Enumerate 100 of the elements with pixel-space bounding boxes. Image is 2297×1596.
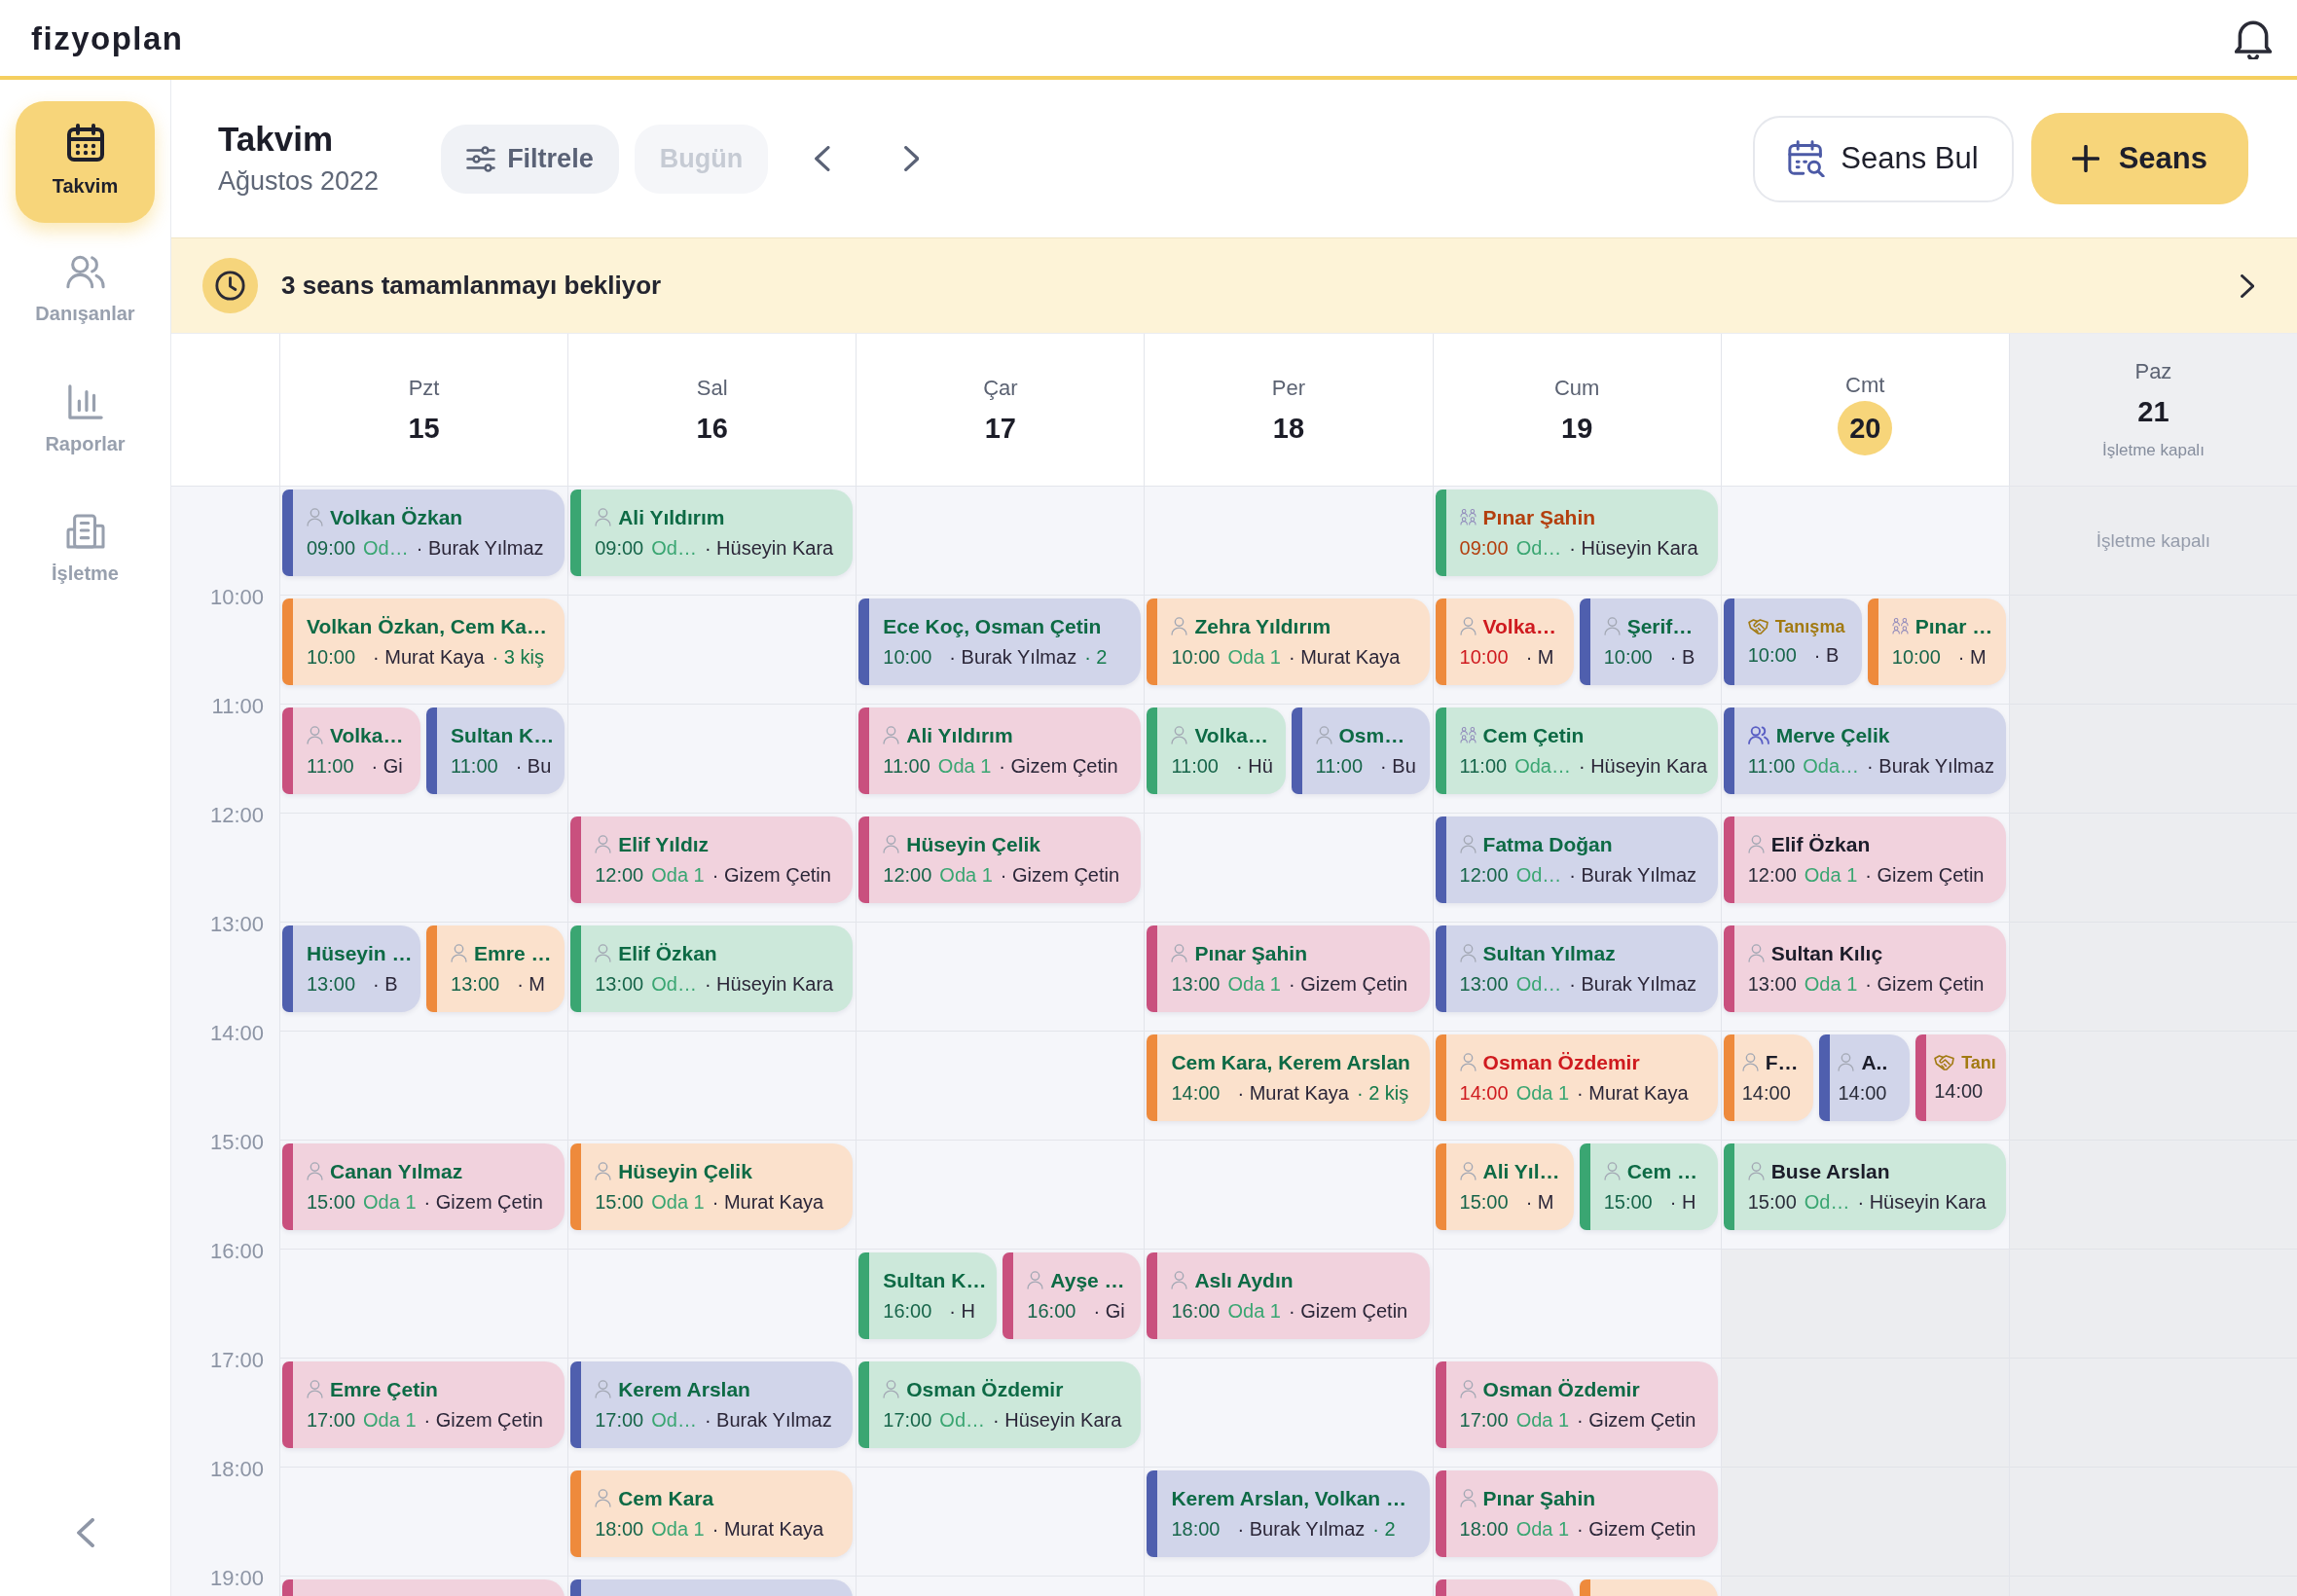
session-time: 10:00 xyxy=(883,646,932,670)
session-time: 14:00 xyxy=(1934,1080,1984,1104)
session-card[interactable]: Ali Yıldırım 11:00 Oda 1 · Gizem Çetin xyxy=(858,707,1142,794)
session-time: 15:00 xyxy=(1459,1191,1509,1215)
session-card[interactable]: Osman Özdemir 17:00 Od… · Hüseyin Kara xyxy=(858,1361,1142,1448)
client-name: Şerif… xyxy=(1626,614,1694,639)
session-card[interactable]: Sultan K… 16:00 · H xyxy=(858,1252,998,1339)
therapist-name: · Gizem Çetin xyxy=(1000,864,1120,888)
closed-note: İşletme kapalı xyxy=(2101,442,2205,458)
therapist-name: · Gizem Çetin xyxy=(1865,973,1985,997)
therapist-name: · Burak Yılmaz xyxy=(1569,864,1697,888)
session-card[interactable]: Tanışma 10:00 · B xyxy=(1723,598,1862,685)
person-icon xyxy=(1171,1271,1188,1290)
room-label: Od… xyxy=(1515,537,1562,561)
session-time: 17:00 xyxy=(307,1409,356,1433)
next-button[interactable] xyxy=(903,146,920,171)
session-card[interactable]: Fatma Doğan 12:00 Od… · Burak Yılmaz xyxy=(1435,816,1718,903)
client-name: Osman Özdemir xyxy=(906,1377,1064,1402)
session-card[interactable]: Canan Yılmaz 15:00 Oda 1 · Gizem Çetin xyxy=(282,1143,565,1230)
session-card[interactable]: Emre … 13:00 · M xyxy=(426,925,565,1012)
room-label: Oda 1 xyxy=(1227,973,1281,997)
client-name: Pınar Şahin xyxy=(1194,941,1307,966)
client-name: Hüseyin Çelik xyxy=(618,1159,752,1184)
session-time: 15:00 xyxy=(595,1191,644,1215)
session-card[interactable]: Şerif… 10:00 · B xyxy=(1579,598,1718,685)
nav-item[interactable]: Takvim xyxy=(16,101,155,223)
session-card[interactable]: Pınar Şahin 18:00 Oda 1 · Gizem Çetin xyxy=(1435,1470,1718,1557)
session-card[interactable]: Osm… 11:00 · Bu xyxy=(1291,707,1430,794)
session-card[interactable]: Zehra Yıldırım 10:00 Oda 1 · Murat Kaya xyxy=(1147,598,1430,685)
session-card[interactable]: Merve Çelik 11:00 Oda… · Burak Yılmaz xyxy=(1723,707,2006,794)
session-card[interactable]: Volka… 11:00 · Hü xyxy=(1147,707,1286,794)
filter-button[interactable]: Filtrele xyxy=(441,124,619,194)
new-session-button[interactable]: Seans xyxy=(2030,113,2248,204)
session-card[interactable]: Kerem Arslan, Volkan … 18:00 · Burak Yılmaz · 2 xyxy=(1147,1470,1430,1557)
session-card[interactable]: Ali Yıl… 15:00 · M xyxy=(1435,1143,1574,1230)
therapist-name: · Burak Yılmaz xyxy=(1569,973,1697,997)
session-card[interactable]: Ali Yıldırım 09:00 Od… · Hüseyin Kara xyxy=(570,490,854,576)
session-time: 11:00 xyxy=(307,755,354,779)
session-card[interactable]: Osman Özdemir 17:00 Oda 1 · Gizem Çetin xyxy=(1435,1361,1718,1448)
previous-button[interactable] xyxy=(815,146,830,171)
session-time: 12:00 xyxy=(595,864,644,888)
session-card[interactable]: Sultan Kılıç 13:00 Oda 1 · Gizem Çetin xyxy=(1723,925,2006,1012)
session-card[interactable]: F… 14:00 xyxy=(1723,1034,1814,1121)
session-card[interactable]: Elif Özkan 13:00 Od… · Hüseyin Kara xyxy=(570,925,854,1012)
session-card[interactable]: Aslı Aydın 16:00 Oda 1 · Gizem Çetin xyxy=(1147,1252,1430,1339)
session-card[interactable]: Volka… 10:00 · M xyxy=(1435,598,1574,685)
day-date: 21 xyxy=(2137,398,2169,426)
session-card[interactable]: Sultan Yılmaz 13:00 Od… · Burak Yılmaz xyxy=(1435,925,1718,1012)
session-card[interactable]: Pınar … 10:00 · M xyxy=(1867,598,2006,685)
find-session-button[interactable]: Seans Bul xyxy=(1753,115,2014,202)
session-card[interactable]: Cem Çetin 11:00 Oda… · Hüseyin Kara xyxy=(1435,707,1718,794)
room-label: Oda 1 xyxy=(1227,1300,1281,1324)
day-name: Çar xyxy=(983,377,1018,399)
time-label: 15:00 xyxy=(209,1130,264,1155)
session-card[interactable]: Volka… 11:00 · Gi xyxy=(282,707,421,794)
session-card[interactable]: A.. 14:00 xyxy=(1819,1034,1911,1121)
session-card[interactable]: Hüseyin Çelik 12:00 Oda 1 · Gizem Çetin xyxy=(858,816,1142,903)
client-name: Hüseyin Çelik xyxy=(906,832,1040,857)
closed-note: İşletme kapalı xyxy=(2096,528,2211,553)
session-card[interactable]: Hüseyin Çelik 15:00 Oda 1 · Murat Kaya xyxy=(570,1143,854,1230)
session-card[interactable]: Osman Özdemir 14:00 Oda 1 · Murat Kaya xyxy=(1435,1034,1718,1121)
session-card[interactable]: Volkan Özkan, Cem Ka… 10:00 · Murat Kaya · 3 kiş xyxy=(282,598,565,685)
therapist-name: · Gizem Çetin xyxy=(1865,864,1985,888)
calendar-search-icon xyxy=(1788,140,1826,177)
collapse-button[interactable] xyxy=(76,1518,94,1547)
session-card[interactable]: Elif Özkan 12:00 Oda 1 · Gizem Çetin xyxy=(1723,816,2006,903)
room-label: Od… xyxy=(651,973,697,997)
session-time: 14:00 xyxy=(1459,1082,1509,1106)
session-time: 11:00 xyxy=(451,755,498,779)
pending-sessions-banner[interactable]: 3 seans tamamlanmayı bekliyor xyxy=(171,237,2297,333)
session-card[interactable]: Cem Kara, Kerem Arslan 14:00 · Murat Kaya · 2 kiş xyxy=(1147,1034,1430,1121)
session-time: 18:00 xyxy=(1459,1518,1509,1542)
session-card[interactable]: Sultan K… 11:00 · Bu xyxy=(426,707,565,794)
session-time: 10:00 xyxy=(1603,646,1653,670)
session-card[interactable]: Cem … 15:00 · H xyxy=(1579,1143,1718,1230)
therapist-name: · H xyxy=(949,1300,975,1324)
session-card[interactable]: Emre Çetin 17:00 Oda 1 · Gizem Çetin xyxy=(282,1361,565,1448)
session-card[interactable]: Volkan Özkan 09:00 Od… · Burak Yılmaz xyxy=(282,490,565,576)
room-label: Oda… xyxy=(1803,755,1860,779)
session-card[interactable]: Buse Arslan 15:00 Od… · Hüseyin Kara xyxy=(1723,1143,2006,1230)
handshake-icon xyxy=(1747,619,1768,635)
therapist-name: · Gi xyxy=(371,755,403,779)
therapist-name: · Hüseyin Kara xyxy=(1569,537,1698,561)
session-card[interactable]: Ayşe … 16:00 · Gi xyxy=(1003,1252,1142,1339)
session-card[interactable]: Kerem Arslan 17:00 Od… · Burak Yılmaz xyxy=(570,1361,854,1448)
sliders-icon xyxy=(466,145,496,172)
group-icon xyxy=(1459,727,1477,744)
session-card[interactable]: Ece Koç, Osman Çetin 10:00 · Burak Yılmaz · 2 xyxy=(858,598,1142,685)
session-time: 10:00 xyxy=(1747,644,1797,668)
session-card[interactable]: Tanı 14:00 xyxy=(1915,1034,2006,1121)
person-icon xyxy=(1315,726,1332,745)
person-icon xyxy=(1741,1053,1759,1072)
session-card[interactable]: Cem Kara 18:00 Oda 1 · Murat Kaya xyxy=(570,1470,854,1557)
session-card[interactable]: Hüseyin … 13:00 · B xyxy=(282,925,421,1012)
two-people-icon xyxy=(1747,726,1769,745)
logo: fizyoplan xyxy=(31,21,184,54)
session-card[interactable]: Pınar Şahin 13:00 Oda 1 · Gizem Çetin xyxy=(1147,925,1430,1012)
session-card[interactable]: Pınar Şahin 09:00 Od… · Hüseyin Kara xyxy=(1435,490,1718,576)
session-card[interactable]: Elif Yıldız 12:00 Oda 1 · Gizem Çetin xyxy=(570,816,854,903)
day-date: 17 xyxy=(984,414,1016,443)
